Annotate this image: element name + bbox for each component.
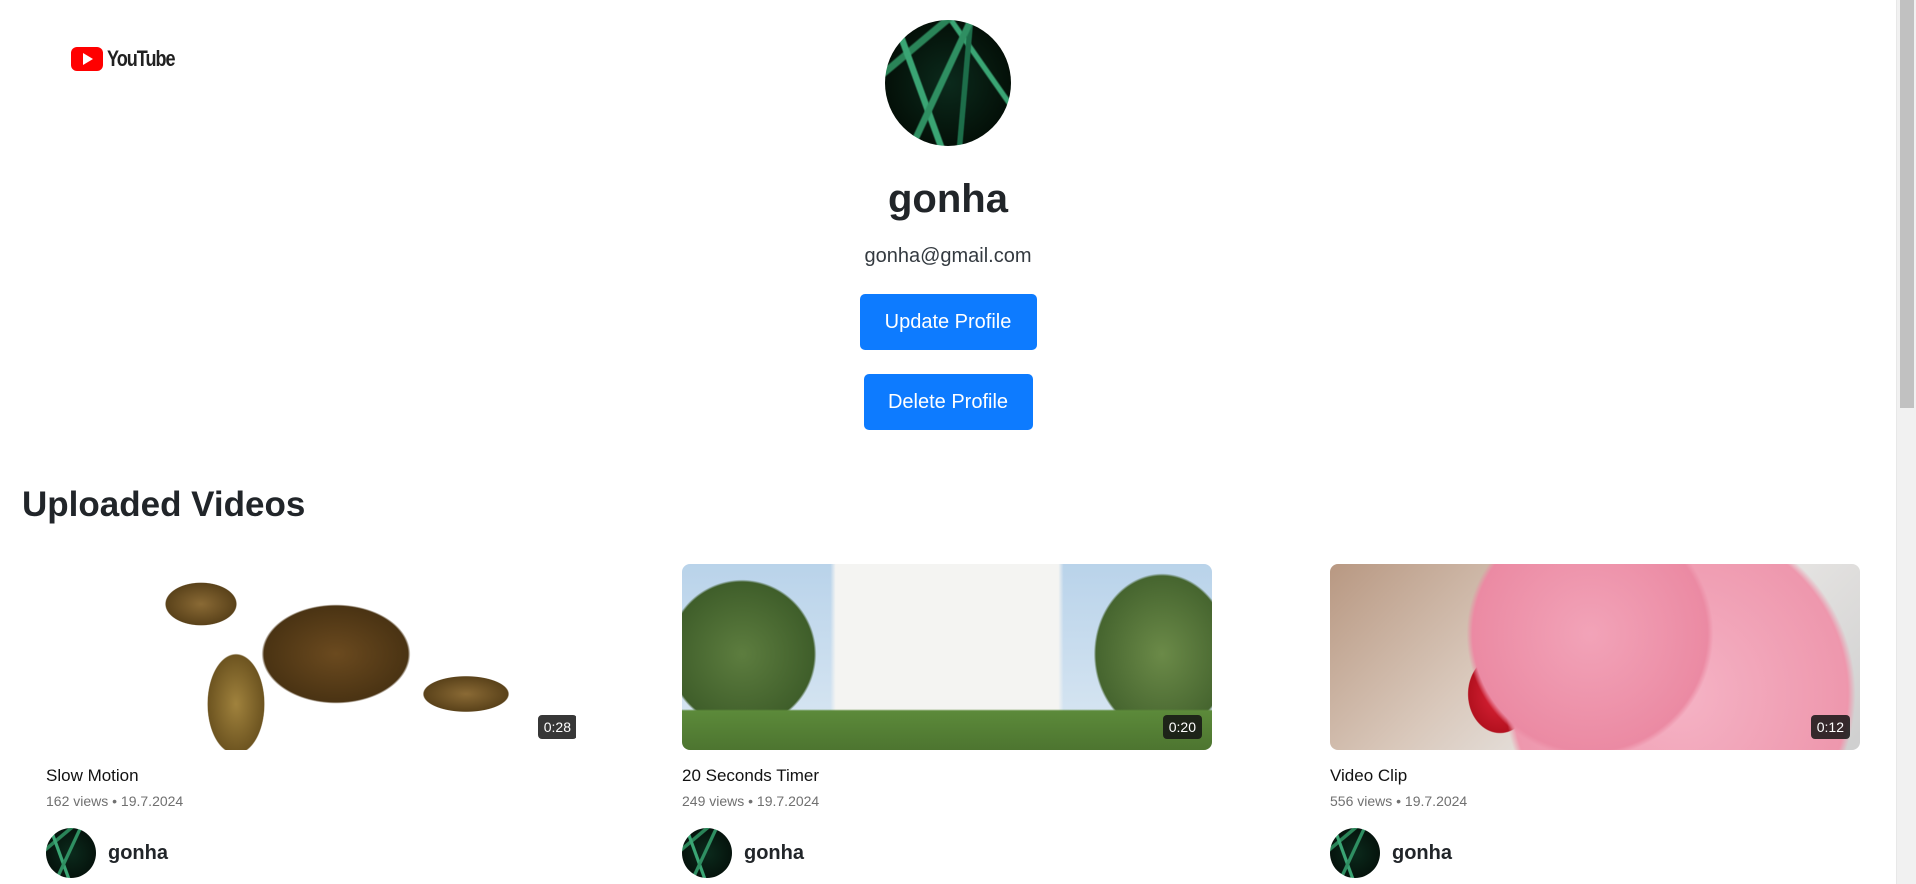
uploaded-videos-heading: Uploaded Videos (22, 485, 306, 524)
video-title[interactable]: Slow Motion (46, 765, 576, 787)
profile-page: YouTube gonha gonha@gmail.com Update Pro… (0, 0, 1916, 884)
update-profile-button[interactable]: Update Profile (859, 294, 1037, 350)
channel-avatar[interactable] (46, 828, 96, 878)
channel-avatar[interactable] (682, 828, 732, 878)
video-title[interactable]: Video Clip (1330, 765, 1860, 787)
video-card[interactable]: 0:12 Video Clip 556 views • 19.7.2024 go… (1330, 564, 1860, 878)
video-meta: 162 views • 19.7.2024 (46, 793, 184, 809)
profile-header: gonha gonha@gmail.com Update Profile Del… (0, 20, 1896, 430)
video-thumbnail[interactable]: 0:28 (46, 564, 576, 750)
scrollbar-thumb[interactable] (1900, 0, 1914, 408)
channel-name[interactable]: gonha (744, 842, 804, 865)
video-channel[interactable]: gonha (682, 828, 1212, 878)
video-thumbnail[interactable]: 0:12 (1330, 564, 1860, 750)
video-card[interactable]: 0:28 Slow Motion 162 views • 19.7.2024 g… (46, 564, 576, 878)
channel-name[interactable]: gonha (108, 842, 168, 865)
profile-username: gonha (888, 177, 1008, 221)
video-meta: 249 views • 19.7.2024 (682, 793, 820, 809)
profile-avatar (885, 20, 1011, 146)
channel-avatar[interactable] (1330, 828, 1380, 878)
profile-email: gonha@gmail.com (864, 245, 1032, 267)
video-duration: 0:20 (1162, 715, 1202, 739)
video-card[interactable]: 0:20 20 Seconds Timer 249 views • 19.7.2… (682, 564, 1212, 878)
channel-name[interactable]: gonha (1392, 842, 1452, 865)
vertical-scrollbar[interactable] (1896, 0, 1916, 884)
video-duration: 0:12 (1810, 715, 1850, 739)
video-meta: 556 views • 19.7.2024 (1330, 793, 1468, 809)
video-duration: 0:28 (537, 715, 576, 739)
video-title[interactable]: 20 Seconds Timer (682, 765, 1212, 787)
video-channel[interactable]: gonha (46, 828, 576, 878)
video-thumbnail[interactable]: 0:20 (682, 564, 1212, 750)
delete-profile-button[interactable]: Delete Profile (863, 374, 1033, 430)
video-channel[interactable]: gonha (1330, 828, 1860, 878)
